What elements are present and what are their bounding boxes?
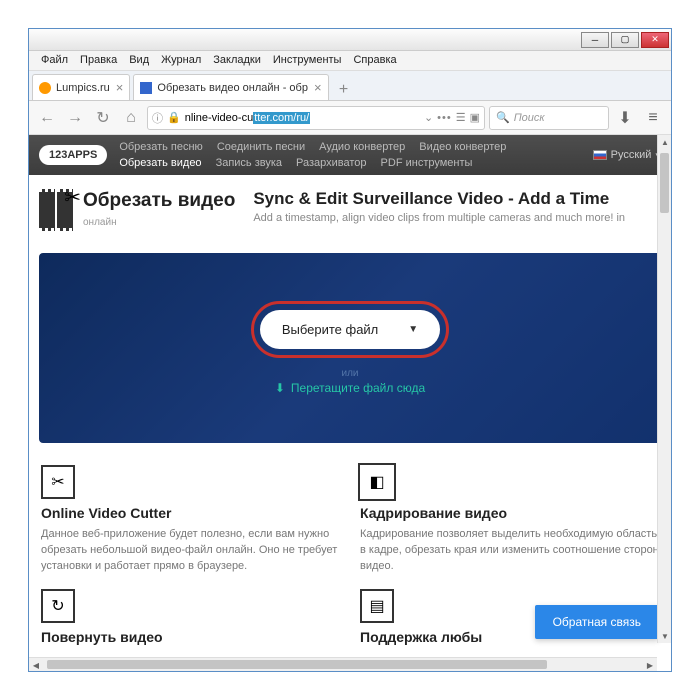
- favicon-icon: [39, 82, 51, 94]
- back-button[interactable]: ←: [35, 106, 59, 130]
- url-text: nline-video-cutter.com/ru/: [185, 112, 420, 124]
- tab-lumpics[interactable]: Lumpics.ru ×: [32, 74, 130, 100]
- app-icon: ✂: [39, 189, 73, 231]
- search-input[interactable]: 🔍 Поиск: [489, 106, 609, 130]
- page-content: 123APPS Обрезать песню Соединить песни А…: [29, 135, 671, 657]
- menu-file[interactable]: Файл: [35, 51, 74, 70]
- more-icon[interactable]: •••: [437, 112, 452, 124]
- ad-subtitle: Add a timestamp, align video clips from …: [253, 212, 661, 224]
- rotate-icon: ↻: [41, 589, 75, 623]
- titlebar: ─ ▢ ✕: [29, 29, 671, 51]
- app-title-block: Обрезать видео онлайн: [83, 190, 235, 230]
- menu-bookmarks[interactable]: Закладки: [207, 51, 267, 70]
- nav-link[interactable]: PDF инструменты: [381, 157, 473, 169]
- nav-link[interactable]: Соединить песни: [217, 141, 305, 153]
- language-label: Русский: [611, 149, 652, 161]
- feature-crop: ◧ Кадрирование видео Кадрирование позвол…: [360, 465, 659, 575]
- tab-videocutter[interactable]: Обрезать видео онлайн - обр ×: [133, 74, 328, 100]
- app-subtitle: онлайн: [83, 217, 117, 228]
- new-tab-button[interactable]: +: [333, 80, 355, 100]
- scroll-down-icon[interactable]: ▼: [658, 629, 671, 643]
- nav-link[interactable]: Разархиватор: [296, 157, 367, 169]
- nav-link[interactable]: Аудио конвертер: [319, 141, 405, 153]
- nav-link[interactable]: Видео конвертер: [419, 141, 506, 153]
- url-bar[interactable]: ⓘ 🔒 nline-video-cutter.com/ru/ ⌄ ••• ☰ ▣: [147, 106, 485, 130]
- features-row: ✂ Online Video Cutter Данное веб-приложе…: [29, 451, 671, 589]
- scroll-right-icon[interactable]: ▶: [643, 658, 657, 672]
- close-tab-icon[interactable]: ×: [116, 80, 124, 95]
- nav-link[interactable]: Запись звука: [216, 157, 282, 169]
- nav-link-active[interactable]: Обрезать видео: [119, 157, 201, 169]
- or-text: или: [341, 368, 358, 379]
- close-button[interactable]: ✕: [641, 32, 669, 48]
- feature-desc: Данное веб-приложение будет полезно, есл…: [41, 527, 340, 575]
- vertical-scrollbar[interactable]: ▲ ▼: [657, 135, 671, 643]
- menu-history[interactable]: Журнал: [155, 51, 207, 70]
- drag-label: Перетащите файл сюда: [291, 381, 425, 395]
- forward-button[interactable]: →: [63, 106, 87, 130]
- upload-area: Выберите файл ▼ или ⬇ Перетащите файл сю…: [39, 253, 661, 443]
- feature-rotate: ↻ Повернуть видео: [41, 589, 340, 645]
- film-scissors-icon: ✂: [41, 465, 75, 499]
- feature-title: Кадрирование видео: [360, 505, 659, 521]
- dropdown-icon[interactable]: ⌄: [424, 111, 433, 124]
- reload-button[interactable]: ↻: [91, 106, 115, 130]
- hero: ✂ Обрезать видео онлайн Sync & Edit Surv…: [29, 175, 671, 245]
- lock-icon: 🔒: [167, 111, 181, 124]
- scroll-left-icon[interactable]: ◀: [29, 658, 43, 672]
- horizontal-scrollbar[interactable]: ◀ ▶: [29, 657, 657, 671]
- feature-cutter: ✂ Online Video Cutter Данное веб-приложе…: [41, 465, 340, 575]
- tabstrip: Lumpics.ru × Обрезать видео онлайн - обр…: [29, 71, 671, 101]
- app-title: Обрезать видео: [83, 190, 235, 212]
- feature-title: Online Video Cutter: [41, 505, 340, 521]
- feature-desc: Кадрирование позволяет выделить необходи…: [360, 527, 659, 575]
- feature-title: Повернуть видео: [41, 629, 340, 645]
- feedback-button[interactable]: Обратная связь: [535, 605, 659, 639]
- menubar: Файл Правка Вид Журнал Закладки Инструме…: [29, 51, 671, 71]
- menu-tools[interactable]: Инструменты: [267, 51, 348, 70]
- flag-icon: [593, 150, 607, 160]
- downloads-button[interactable]: ⬇: [613, 106, 637, 130]
- favicon-icon: [140, 82, 152, 94]
- hamburger-menu-button[interactable]: ≡: [641, 106, 665, 130]
- tab-label: Обрезать видео онлайн - обр: [157, 82, 308, 94]
- search-icon: 🔍: [496, 111, 510, 124]
- scrollbar-thumb[interactable]: [47, 660, 547, 669]
- minimize-button[interactable]: ─: [581, 32, 609, 48]
- ad-block[interactable]: Sync & Edit Surveillance Video - Add a T…: [253, 189, 661, 224]
- home-button[interactable]: ⌂: [119, 106, 143, 130]
- choose-file-label: Выберите файл: [282, 322, 378, 337]
- formats-icon: ▤: [360, 589, 394, 623]
- scrollbar-thumb[interactable]: [660, 153, 669, 213]
- menu-help[interactable]: Справка: [347, 51, 402, 70]
- scissors-icon: ✂: [64, 185, 81, 210]
- reader-icon[interactable]: ☰: [456, 111, 466, 124]
- site-nav: Обрезать песню Соединить песни Аудио кон…: [119, 141, 592, 169]
- drag-drop-hint[interactable]: ⬇ Перетащите файл сюда: [275, 381, 425, 395]
- scroll-up-icon[interactable]: ▲: [658, 135, 671, 149]
- crop-icon: ◧: [360, 465, 394, 499]
- site-logo[interactable]: 123APPS: [39, 145, 107, 165]
- site-header: 123APPS Обрезать песню Соединить песни А…: [29, 135, 671, 175]
- navbar: ← → ↻ ⌂ ⓘ 🔒 nline-video-cutter.com/ru/ ⌄…: [29, 101, 671, 135]
- close-tab-icon[interactable]: ×: [314, 80, 322, 95]
- search-placeholder: Поиск: [514, 112, 545, 124]
- language-selector[interactable]: Русский ▾: [593, 149, 661, 162]
- tab-label: Lumpics.ru: [56, 82, 110, 94]
- ad-title: Sync & Edit Surveillance Video - Add a T…: [253, 189, 661, 209]
- caret-down-icon[interactable]: ▼: [408, 324, 418, 335]
- menu-edit[interactable]: Правка: [74, 51, 123, 70]
- shield-icon[interactable]: ▣: [470, 111, 480, 124]
- choose-file-button[interactable]: Выберите файл ▼: [260, 310, 440, 349]
- info-icon[interactable]: ⓘ: [152, 110, 163, 126]
- browser-window: ─ ▢ ✕ Файл Правка Вид Журнал Закладки Ин…: [28, 28, 672, 672]
- nav-link[interactable]: Обрезать песню: [119, 141, 203, 153]
- highlight-ring: Выберите файл ▼: [251, 301, 449, 358]
- download-icon: ⬇: [275, 381, 285, 395]
- menu-view[interactable]: Вид: [123, 51, 155, 70]
- maximize-button[interactable]: ▢: [611, 32, 639, 48]
